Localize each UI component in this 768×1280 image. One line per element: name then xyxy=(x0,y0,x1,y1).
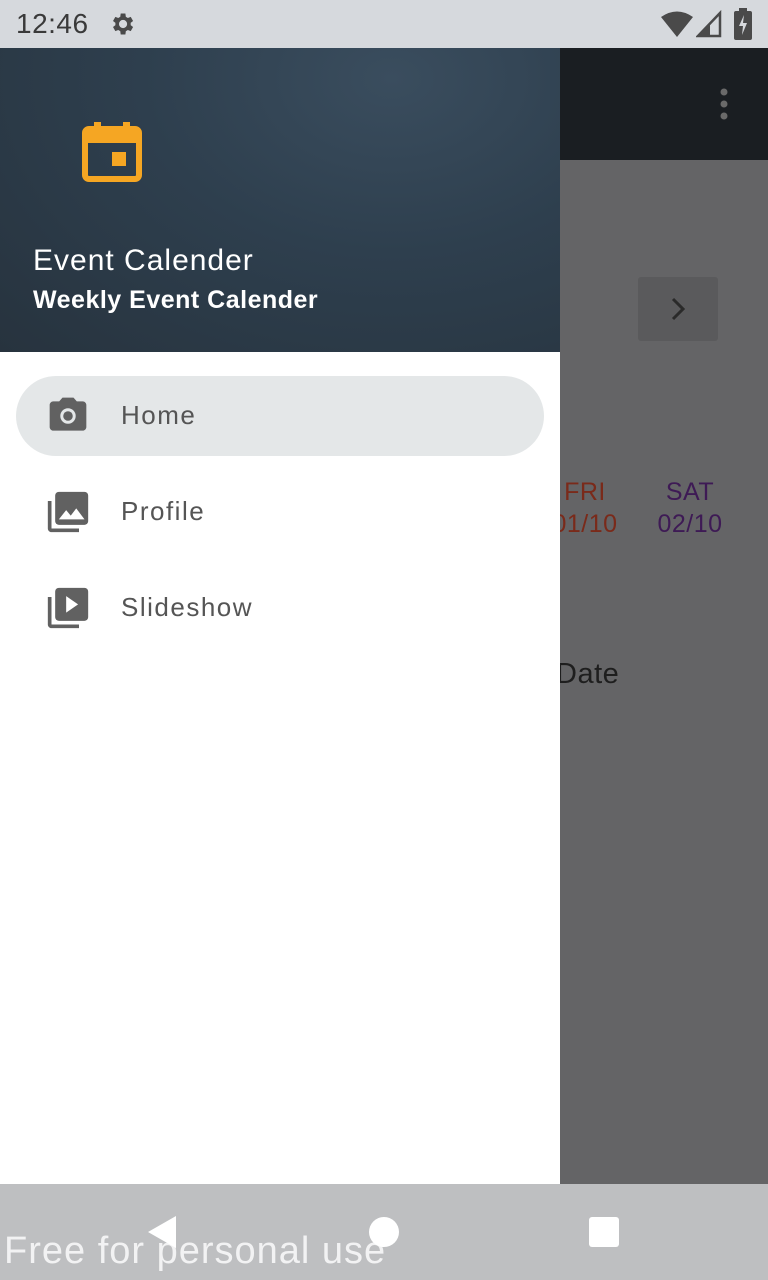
nav-item-label: Home xyxy=(121,400,197,430)
slideshow-icon xyxy=(47,587,89,629)
camera-icon xyxy=(49,397,87,431)
nav-item-profile[interactable]: Profile xyxy=(16,472,544,552)
nav-item-label: Profile xyxy=(121,496,206,526)
chevron-right-icon xyxy=(671,297,686,321)
next-week-button[interactable] xyxy=(638,277,718,341)
status-bar: 12:46 xyxy=(0,0,768,48)
drawer-subtitle: Weekly Event Calender xyxy=(33,286,319,314)
settings-gear-icon xyxy=(113,13,134,35)
watermark: Free for personal use xyxy=(4,1230,387,1272)
battery-charging-icon xyxy=(734,8,752,40)
nav-item-label: Slideshow xyxy=(121,592,254,622)
day-date: 02/10 xyxy=(657,510,723,538)
drawer-title: Event Calender xyxy=(33,244,254,277)
overflow-menu-icon[interactable] xyxy=(712,84,736,124)
wifi-icon xyxy=(661,11,693,37)
drawer-header: Event Calender Weekly Event Calender xyxy=(0,48,560,352)
nav-item-slideshow[interactable]: Slideshow xyxy=(16,568,544,648)
navigation-drawer: Event Calender Weekly Event Calender Hom… xyxy=(0,48,560,1184)
signal-icon xyxy=(696,10,722,38)
day-name: SAT xyxy=(665,478,715,506)
date-label: Date xyxy=(556,658,620,690)
gallery-icon xyxy=(47,491,89,533)
nav-item-home[interactable]: Home xyxy=(16,376,544,456)
status-time: 12:46 xyxy=(16,8,89,39)
calendar-icon xyxy=(82,122,142,182)
recents-square-icon[interactable] xyxy=(589,1217,619,1247)
day-column-sat: SAT 02/10 xyxy=(640,476,740,540)
